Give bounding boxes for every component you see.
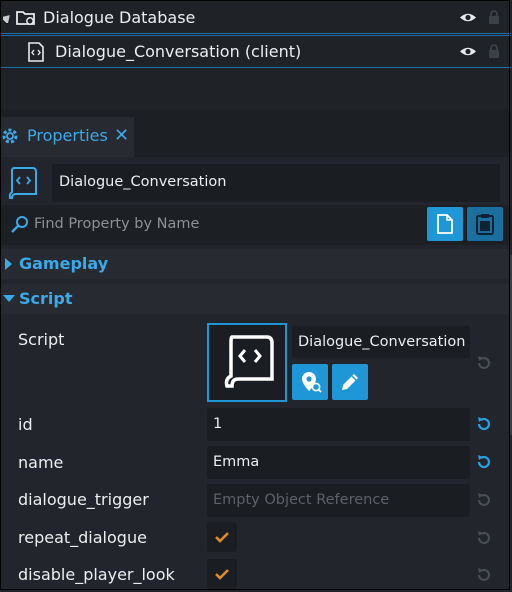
folder-link-icon bbox=[16, 11, 35, 25]
name-input[interactable]: Emma bbox=[207, 446, 470, 479]
paste-icon bbox=[476, 214, 494, 235]
prop-label-script: Script bbox=[18, 330, 65, 349]
id-input[interactable]: 1 bbox=[207, 408, 470, 441]
disable-player-look-checkbox[interactable] bbox=[207, 559, 237, 589]
edit-pencil-icon bbox=[342, 374, 358, 390]
close-icon[interactable]: ✕ bbox=[114, 125, 129, 146]
object-name-value: Dialogue_Conversation bbox=[59, 174, 227, 190]
prop-label-repeat-dialogue: repeat_dialogue bbox=[18, 528, 147, 547]
section-script[interactable]: Script bbox=[1, 284, 511, 314]
prop-label-name: name bbox=[18, 453, 64, 472]
script-file-icon bbox=[28, 42, 44, 62]
collapse-arrow-icon bbox=[3, 295, 15, 302]
gear-icon bbox=[2, 128, 18, 144]
collapse-arrow-icon[interactable] bbox=[3, 13, 11, 23]
hierarchy-panel: Dialogue Database Dialogue_Conversation … bbox=[1, 1, 511, 109]
panel-tab-bar: Properties ✕ bbox=[1, 109, 511, 157]
script-thumbnail[interactable] bbox=[207, 323, 287, 402]
paste-button[interactable] bbox=[467, 207, 503, 241]
find-script-button[interactable] bbox=[292, 364, 328, 400]
prop-label-disable-player-look: disable_player_look bbox=[18, 565, 175, 584]
lock-icon[interactable] bbox=[488, 10, 500, 24]
copy-icon bbox=[437, 214, 453, 234]
edit-script-button[interactable] bbox=[332, 364, 368, 400]
hierarchy-item-label: Dialogue Database bbox=[43, 8, 196, 27]
script-file-icon bbox=[224, 335, 274, 388]
reset-icon[interactable] bbox=[475, 529, 493, 547]
section-gameplay[interactable]: Gameplay bbox=[1, 249, 511, 279]
reset-icon[interactable] bbox=[475, 415, 493, 433]
dialogue-trigger-input[interactable]: Empty Object Reference bbox=[207, 484, 470, 517]
prop-label-id: id bbox=[18, 415, 33, 434]
tab-properties[interactable]: Properties ✕ bbox=[1, 117, 134, 157]
copy-button[interactable] bbox=[427, 207, 463, 241]
search-icon bbox=[11, 216, 28, 233]
checkmark-icon bbox=[215, 532, 229, 543]
tab-label: Properties bbox=[27, 126, 108, 145]
search-input[interactable]: Find Property by Name bbox=[34, 216, 199, 232]
repeat-dialogue-checkbox[interactable] bbox=[207, 522, 237, 552]
script-reference-field[interactable]: Dialogue_Conversation bbox=[292, 326, 470, 358]
eye-icon[interactable] bbox=[459, 46, 477, 57]
eye-icon[interactable] bbox=[459, 12, 477, 23]
hierarchy-item-label: Dialogue_Conversation (client) bbox=[55, 42, 302, 61]
name-value: Emma bbox=[213, 454, 260, 470]
lock-icon[interactable] bbox=[488, 44, 500, 58]
reset-icon[interactable] bbox=[475, 354, 493, 372]
expand-arrow-icon bbox=[5, 258, 12, 270]
prop-label-dialogue-trigger: dialogue_trigger bbox=[18, 490, 149, 509]
reset-icon[interactable] bbox=[475, 453, 493, 471]
script-file-icon bbox=[8, 167, 37, 199]
checkmark-icon bbox=[215, 569, 229, 580]
reset-icon[interactable] bbox=[475, 566, 493, 584]
section-title: Script bbox=[19, 289, 73, 308]
dialogue-trigger-placeholder: Empty Object Reference bbox=[213, 492, 390, 508]
script-reference-value: Dialogue_Conversation bbox=[298, 334, 466, 350]
find-script-icon bbox=[302, 372, 322, 393]
section-title: Gameplay bbox=[19, 254, 109, 273]
hierarchy-item-conversation[interactable]: Dialogue_Conversation (client) bbox=[1, 35, 511, 68]
object-name-input[interactable]: Dialogue_Conversation bbox=[52, 164, 500, 202]
id-value: 1 bbox=[213, 416, 223, 432]
reset-icon[interactable] bbox=[475, 491, 493, 509]
hierarchy-item-database[interactable]: Dialogue Database bbox=[1, 2, 511, 34]
